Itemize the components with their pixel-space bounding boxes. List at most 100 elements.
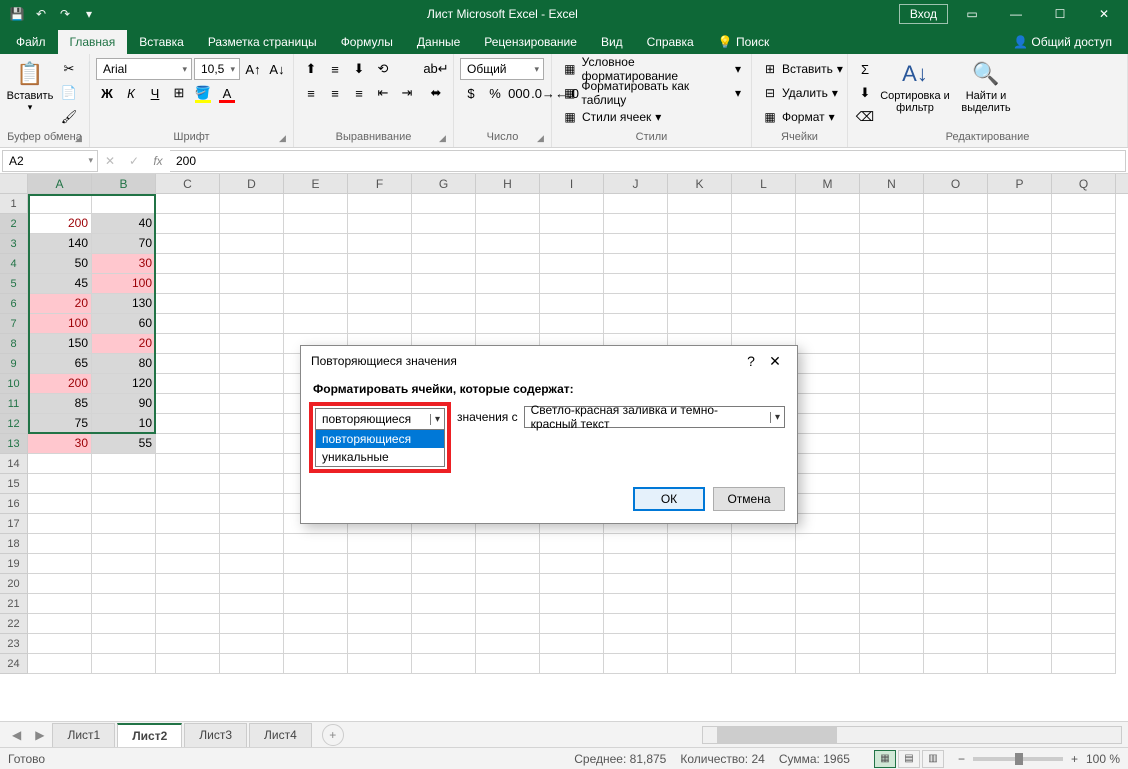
cell[interactable] bbox=[668, 274, 732, 294]
row-header[interactable]: 23 bbox=[0, 634, 28, 654]
cell[interactable] bbox=[860, 654, 924, 674]
column-header[interactable]: K bbox=[668, 174, 732, 193]
cancel-button[interactable]: Отмена bbox=[713, 487, 785, 511]
cell[interactable] bbox=[412, 234, 476, 254]
cell[interactable] bbox=[476, 194, 540, 214]
cell[interactable] bbox=[412, 314, 476, 334]
copy-icon[interactable]: 📄 bbox=[58, 82, 80, 104]
cell[interactable] bbox=[924, 254, 988, 274]
cell[interactable] bbox=[796, 354, 860, 374]
ribbon-tab[interactable]: Главная bbox=[58, 30, 128, 54]
cell[interactable] bbox=[732, 234, 796, 254]
sheet-nav-next-icon[interactable]: ▶ bbox=[29, 728, 50, 742]
fill-icon[interactable]: ⬇ bbox=[854, 82, 876, 104]
cell[interactable] bbox=[860, 194, 924, 214]
cell[interactable] bbox=[604, 234, 668, 254]
align-middle-icon[interactable]: ≡ bbox=[324, 58, 346, 80]
cell[interactable] bbox=[796, 494, 860, 514]
align-top-icon[interactable]: ⬆ bbox=[300, 58, 322, 80]
cell[interactable] bbox=[28, 534, 92, 554]
cell[interactable] bbox=[924, 654, 988, 674]
cell[interactable] bbox=[156, 234, 220, 254]
cell[interactable] bbox=[540, 594, 604, 614]
cell[interactable] bbox=[156, 414, 220, 434]
row-header[interactable]: 12 bbox=[0, 414, 28, 434]
cell[interactable] bbox=[412, 594, 476, 614]
insert-cells-button[interactable]: ⊞Вставить ▾ bbox=[758, 58, 847, 80]
cell[interactable]: 85 bbox=[28, 394, 92, 414]
align-right-icon[interactable]: ≡ bbox=[348, 82, 370, 104]
cell[interactable] bbox=[924, 534, 988, 554]
cell[interactable] bbox=[28, 194, 92, 214]
cell[interactable] bbox=[476, 534, 540, 554]
cell[interactable] bbox=[220, 194, 284, 214]
column-header[interactable]: P bbox=[988, 174, 1052, 193]
cell[interactable] bbox=[348, 554, 412, 574]
cell[interactable] bbox=[156, 334, 220, 354]
cell[interactable] bbox=[348, 194, 412, 214]
cell[interactable] bbox=[668, 634, 732, 654]
cell[interactable] bbox=[156, 254, 220, 274]
paste-button[interactable]: 📋 Вставить ▾ bbox=[6, 58, 54, 113]
cell[interactable] bbox=[732, 314, 796, 334]
cell[interactable] bbox=[988, 274, 1052, 294]
cell[interactable] bbox=[220, 634, 284, 654]
delete-cells-button[interactable]: ⊟Удалить ▾ bbox=[758, 82, 842, 104]
cell[interactable] bbox=[732, 574, 796, 594]
cell[interactable] bbox=[988, 234, 1052, 254]
cell[interactable]: 40 bbox=[92, 214, 156, 234]
cell[interactable] bbox=[924, 454, 988, 474]
cell[interactable] bbox=[220, 654, 284, 674]
qat-customize-icon[interactable]: ▾ bbox=[78, 3, 100, 25]
dialog-launcher-icon[interactable]: ◢ bbox=[439, 133, 451, 145]
cell[interactable] bbox=[988, 354, 1052, 374]
cell[interactable] bbox=[476, 294, 540, 314]
font-name-combo[interactable]: Arial bbox=[96, 58, 192, 80]
cell[interactable] bbox=[732, 534, 796, 554]
cell[interactable]: 45 bbox=[28, 274, 92, 294]
cell[interactable] bbox=[156, 654, 220, 674]
save-icon[interactable]: 💾 bbox=[6, 3, 28, 25]
column-header[interactable]: L bbox=[732, 174, 796, 193]
cell[interactable]: 150 bbox=[28, 334, 92, 354]
column-header[interactable]: G bbox=[412, 174, 476, 193]
cell[interactable] bbox=[412, 274, 476, 294]
cell[interactable] bbox=[796, 254, 860, 274]
cell[interactable] bbox=[668, 214, 732, 234]
cell[interactable] bbox=[988, 314, 1052, 334]
column-header[interactable]: C bbox=[156, 174, 220, 193]
cell[interactable] bbox=[284, 254, 348, 274]
cell[interactable] bbox=[348, 314, 412, 334]
cell[interactable] bbox=[92, 534, 156, 554]
cell[interactable] bbox=[412, 654, 476, 674]
cell[interactable] bbox=[220, 554, 284, 574]
cell[interactable] bbox=[860, 434, 924, 454]
cell[interactable] bbox=[924, 294, 988, 314]
cell[interactable] bbox=[924, 514, 988, 534]
cell[interactable]: 100 bbox=[92, 274, 156, 294]
cell[interactable] bbox=[604, 594, 668, 614]
dialog-launcher-icon[interactable]: ◢ bbox=[537, 133, 549, 145]
sheet-tab[interactable]: Лист3 bbox=[184, 723, 247, 747]
row-header[interactable]: 7 bbox=[0, 314, 28, 334]
row-header[interactable]: 16 bbox=[0, 494, 28, 514]
cell[interactable] bbox=[796, 314, 860, 334]
cell[interactable] bbox=[540, 194, 604, 214]
conditional-formatting-button[interactable]: ▦Условное форматирование ▾ bbox=[558, 58, 745, 80]
cell[interactable] bbox=[540, 654, 604, 674]
cell[interactable] bbox=[668, 254, 732, 274]
cell[interactable]: 200 bbox=[28, 374, 92, 394]
cell[interactable] bbox=[924, 634, 988, 654]
cell[interactable] bbox=[988, 654, 1052, 674]
cut-icon[interactable]: ✂ bbox=[58, 58, 80, 80]
ribbon-tab[interactable]: Справка bbox=[635, 30, 706, 54]
ribbon-display-icon[interactable]: ▭ bbox=[952, 0, 992, 28]
cell[interactable] bbox=[348, 254, 412, 274]
cell[interactable] bbox=[796, 554, 860, 574]
cell[interactable] bbox=[988, 614, 1052, 634]
cell[interactable] bbox=[668, 314, 732, 334]
cell[interactable] bbox=[796, 334, 860, 354]
cell[interactable] bbox=[284, 294, 348, 314]
ribbon-tab[interactable]: Вид bbox=[589, 30, 635, 54]
cell[interactable] bbox=[92, 454, 156, 474]
